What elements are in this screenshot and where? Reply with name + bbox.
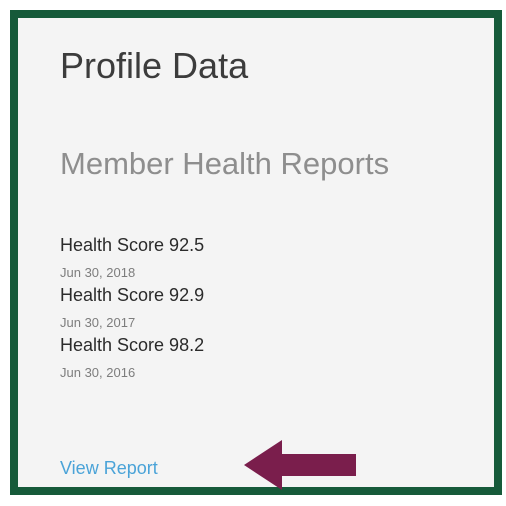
section-title-member-health-reports: Member Health Reports	[60, 146, 390, 181]
health-score: Health Score 92.5	[60, 235, 205, 255]
health-report-list: Health Score 92.5 Jun 30, 2018 Health Sc…	[60, 234, 460, 384]
health-score: Health Score 92.9	[60, 285, 205, 305]
arrow-shape	[244, 440, 356, 490]
health-score: Health Score 98.2	[60, 335, 205, 355]
report-date: Jun 30, 2017	[60, 315, 136, 330]
list-item: Health Score 92.9 Jun 30, 2017	[60, 284, 460, 331]
view-report-link[interactable]: View Report	[60, 457, 158, 479]
list-item: Health Score 92.5 Jun 30, 2018	[60, 234, 460, 281]
profile-data-panel: Profile Data Member Health Reports Healt…	[10, 10, 502, 495]
report-date: Jun 30, 2016	[60, 365, 136, 380]
left-arrow-icon	[244, 440, 356, 490]
report-date: Jun 30, 2018	[60, 265, 136, 280]
page-title: Profile Data	[60, 45, 249, 86]
list-item: Health Score 98.2 Jun 30, 2016	[60, 334, 460, 381]
